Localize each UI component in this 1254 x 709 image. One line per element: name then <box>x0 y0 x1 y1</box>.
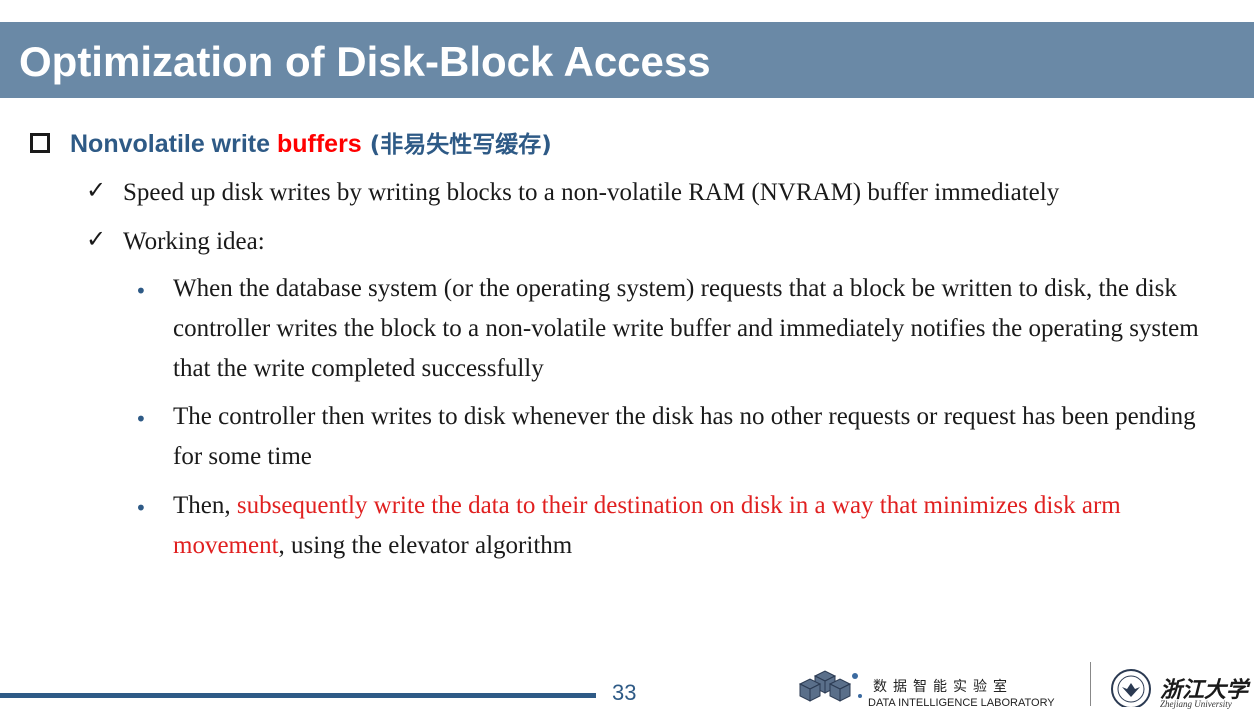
checkmark-icon: ✓ <box>86 225 107 253</box>
bullet-item-3: Then, subsequently write the data to the… <box>173 486 1223 566</box>
heading-chinese: (非易失性写缓存) <box>361 132 552 158</box>
university-name-english: Zhejiang University <box>1160 699 1232 709</box>
lab-name-english: DATA INTELLIGENCE LABORATORY <box>868 697 1055 709</box>
checkmark-icon: ✓ <box>86 176 107 204</box>
check-item-working-idea: Working idea: <box>123 228 265 255</box>
check-item-speed-up: Speed up disk writes by writing blocks t… <box>123 179 1060 206</box>
bullet-3-suffix: , using the elevator algorithm <box>278 532 573 559</box>
bullet-3-prefix: Then, <box>173 492 237 519</box>
zju-seal-logo-icon <box>1111 669 1151 707</box>
lab-name-chinese: 数据智能实验室 <box>873 679 1013 695</box>
bullet-dot-icon: • <box>135 279 147 303</box>
heading-nonvolatile-write-buffers: Nonvolatile write buffers (非易失性写缓存) <box>30 128 552 161</box>
footer-divider <box>1090 662 1091 706</box>
page-number: 33 <box>612 680 637 705</box>
square-bullet-icon <box>30 133 50 154</box>
data-lab-logo-icon <box>798 670 862 702</box>
bullet-item-1: When the database system (or the operati… <box>173 275 1199 382</box>
footer-line <box>0 693 596 698</box>
bullet-item-2: The controller then writes to disk whene… <box>173 403 1196 470</box>
bullet-dot-icon: • <box>135 407 147 431</box>
slide-title: Optimization of Disk-Block Access <box>19 38 711 85</box>
bullet-dot-icon: • <box>135 496 147 520</box>
heading-highlight: buffers <box>276 130 362 158</box>
heading-prefix: Nonvolatile write <box>70 130 277 158</box>
